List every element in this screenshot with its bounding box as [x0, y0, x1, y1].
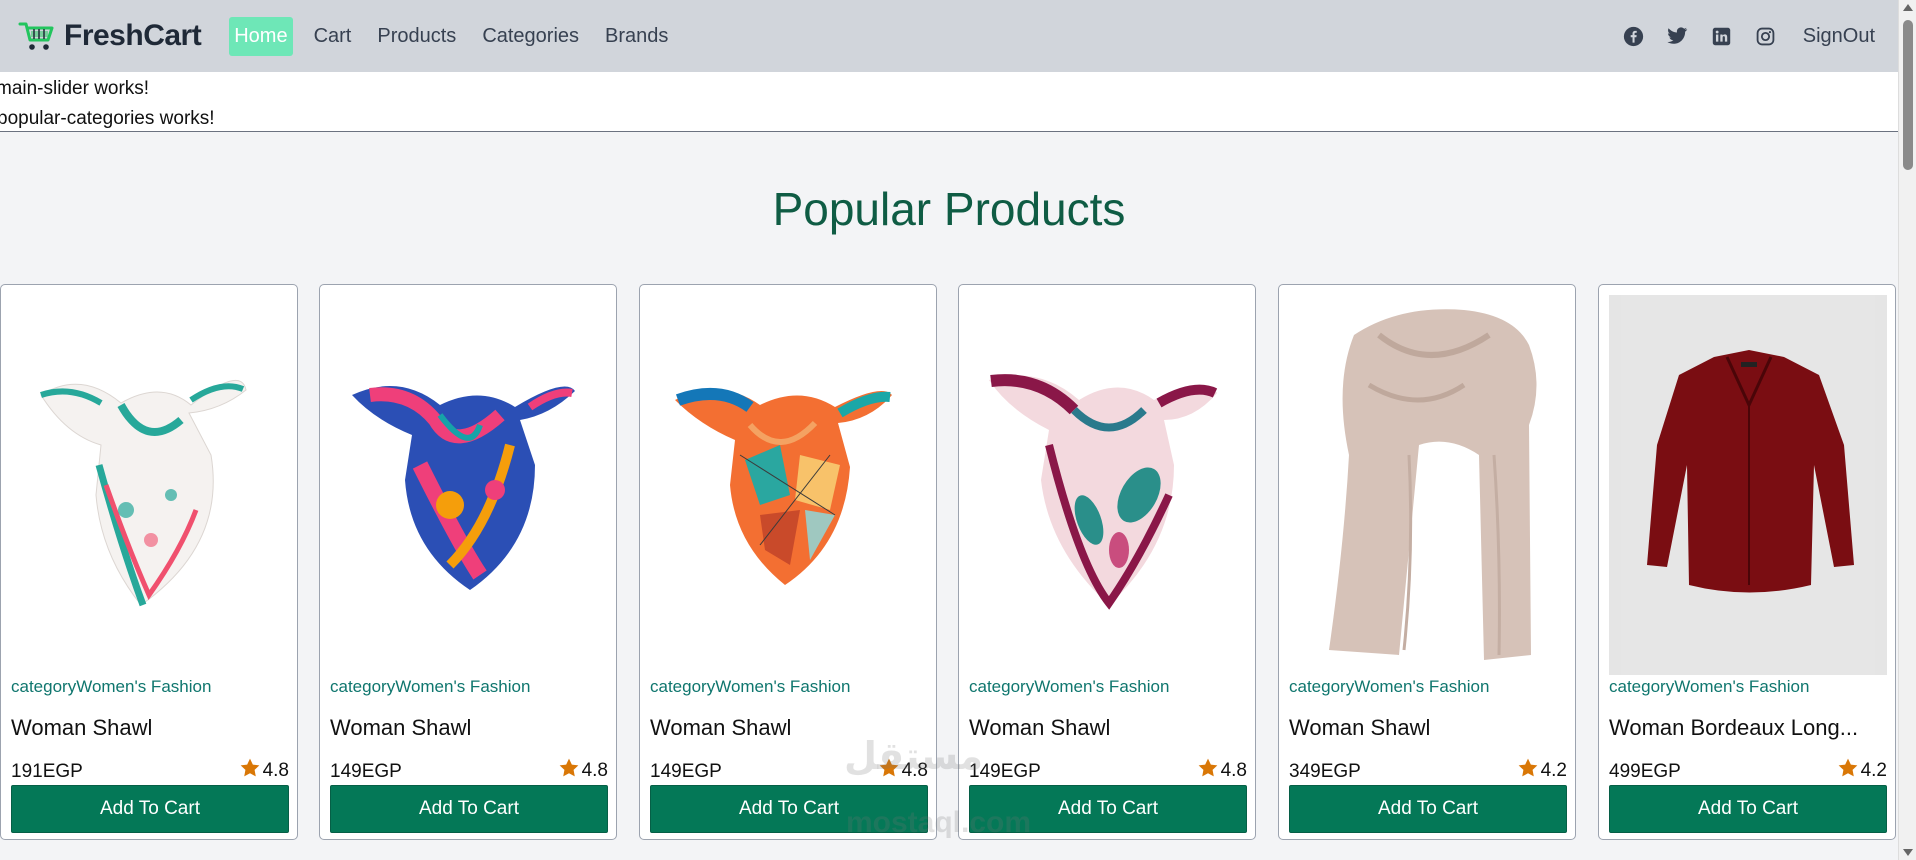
cart-icon: [18, 20, 56, 52]
rating-value: 4.8: [581, 760, 608, 781]
product-image: [1609, 295, 1887, 675]
nav-links: Home Cart Products Categories Brands: [229, 16, 689, 56]
star-icon: [239, 757, 261, 785]
product-title[interactable]: Woman Shawl: [1289, 715, 1430, 741]
top-navbar: FreshCart Home Cart Products Categories …: [0, 0, 1898, 72]
product-category: categoryWomen's Fashion: [650, 677, 851, 696]
twitter-icon[interactable]: [1667, 25, 1689, 47]
section-title: Popular Products: [772, 183, 1126, 235]
brand[interactable]: FreshCart: [18, 19, 202, 53]
nav-link-cart[interactable]: Cart: [309, 17, 357, 56]
component-test-area: main-slider works! popular-categories wo…: [0, 72, 1898, 132]
add-to-cart-button[interactable]: Add To Cart: [11, 785, 289, 833]
product-image: [969, 295, 1247, 675]
linkedin-icon[interactable]: [1711, 25, 1733, 47]
star-icon: [1837, 757, 1859, 785]
nav-link-categories[interactable]: Categories: [477, 17, 584, 56]
product-image: [330, 295, 608, 675]
star-icon: [878, 757, 900, 785]
product-category: categoryWomen's Fashion: [330, 677, 531, 696]
rating-value: 4.8: [1220, 760, 1247, 781]
add-to-cart-button[interactable]: Add To Cart: [330, 785, 608, 833]
product-card[interactable]: categoryWomen's Fashion Woman Shawl 149E…: [639, 284, 937, 840]
product-title[interactable]: Woman Shawl: [330, 715, 471, 741]
scroll-down-arrow-icon[interactable]: [1903, 849, 1913, 856]
product-rating: 4.8: [239, 757, 289, 785]
star-icon: [558, 757, 580, 785]
product-card[interactable]: categoryWomen's Fashion Woman Shawl 191E…: [0, 284, 298, 840]
product-price: 149EGP: [330, 761, 402, 782]
product-price: 349EGP: [1289, 761, 1361, 782]
product-price: 149EGP: [969, 761, 1041, 782]
product-price: 191EGP: [11, 761, 83, 782]
rating-value: 4.2: [1540, 760, 1567, 781]
product-category: categoryWomen's Fashion: [1289, 677, 1490, 696]
instagram-icon[interactable]: [1755, 25, 1777, 47]
product-rating: 4.2: [1517, 757, 1567, 785]
product-rating: 4.8: [878, 757, 928, 785]
brand-name: FreshCart: [64, 19, 202, 52]
product-title[interactable]: Woman Shawl: [969, 715, 1110, 741]
product-image: [650, 295, 928, 675]
product-price: 149EGP: [650, 761, 722, 782]
add-to-cart-button[interactable]: Add To Cart: [650, 785, 928, 833]
popular-categories-text: popular-categories works!: [0, 108, 215, 129]
product-title[interactable]: Woman Bordeaux Long...: [1609, 715, 1858, 741]
scrollbar-thumb[interactable]: [1903, 20, 1913, 170]
nav-right: SignOut: [1623, 0, 1875, 72]
facebook-icon[interactable]: [1623, 25, 1645, 47]
rating-value: 4.2: [1860, 760, 1887, 781]
product-rating: 4.8: [1197, 757, 1247, 785]
product-card[interactable]: categoryWomen's Fashion Woman Bordeaux L…: [1598, 284, 1896, 840]
nav-link-brands[interactable]: Brands: [600, 17, 673, 56]
product-image: [11, 295, 289, 675]
add-to-cart-button[interactable]: Add To Cart: [969, 785, 1247, 833]
product-rating: 4.8: [558, 757, 608, 785]
rating-value: 4.8: [901, 760, 928, 781]
rating-value: 4.8: [262, 760, 289, 781]
add-to-cart-button[interactable]: Add To Cart: [1289, 785, 1567, 833]
scroll-up-arrow-icon[interactable]: [1903, 4, 1913, 11]
add-to-cart-button[interactable]: Add To Cart: [1609, 785, 1887, 833]
product-title[interactable]: Woman Shawl: [650, 715, 791, 741]
product-price: 499EGP: [1609, 761, 1681, 782]
product-category: categoryWomen's Fashion: [969, 677, 1170, 696]
star-icon: [1517, 757, 1539, 785]
product-card[interactable]: categoryWomen's Fashion Woman Shawl 349E…: [1278, 284, 1576, 840]
nav-link-products[interactable]: Products: [372, 17, 461, 56]
main-slider-text: main-slider works!: [0, 78, 150, 99]
vertical-scrollbar[interactable]: [1898, 0, 1916, 860]
product-card[interactable]: categoryWomen's Fashion Woman Shawl 149E…: [958, 284, 1256, 840]
signout-link[interactable]: SignOut: [1803, 25, 1875, 48]
product-image: [1289, 295, 1567, 675]
product-rating: 4.2: [1837, 757, 1887, 785]
nav-link-home[interactable]: Home: [229, 16, 293, 56]
star-icon: [1197, 757, 1219, 785]
product-title[interactable]: Woman Shawl: [11, 715, 152, 741]
product-category: categoryWomen's Fashion: [11, 677, 212, 696]
product-card[interactable]: categoryWomen's Fashion Woman Shawl 149E…: [319, 284, 617, 840]
product-category: categoryWomen's Fashion: [1609, 677, 1810, 696]
